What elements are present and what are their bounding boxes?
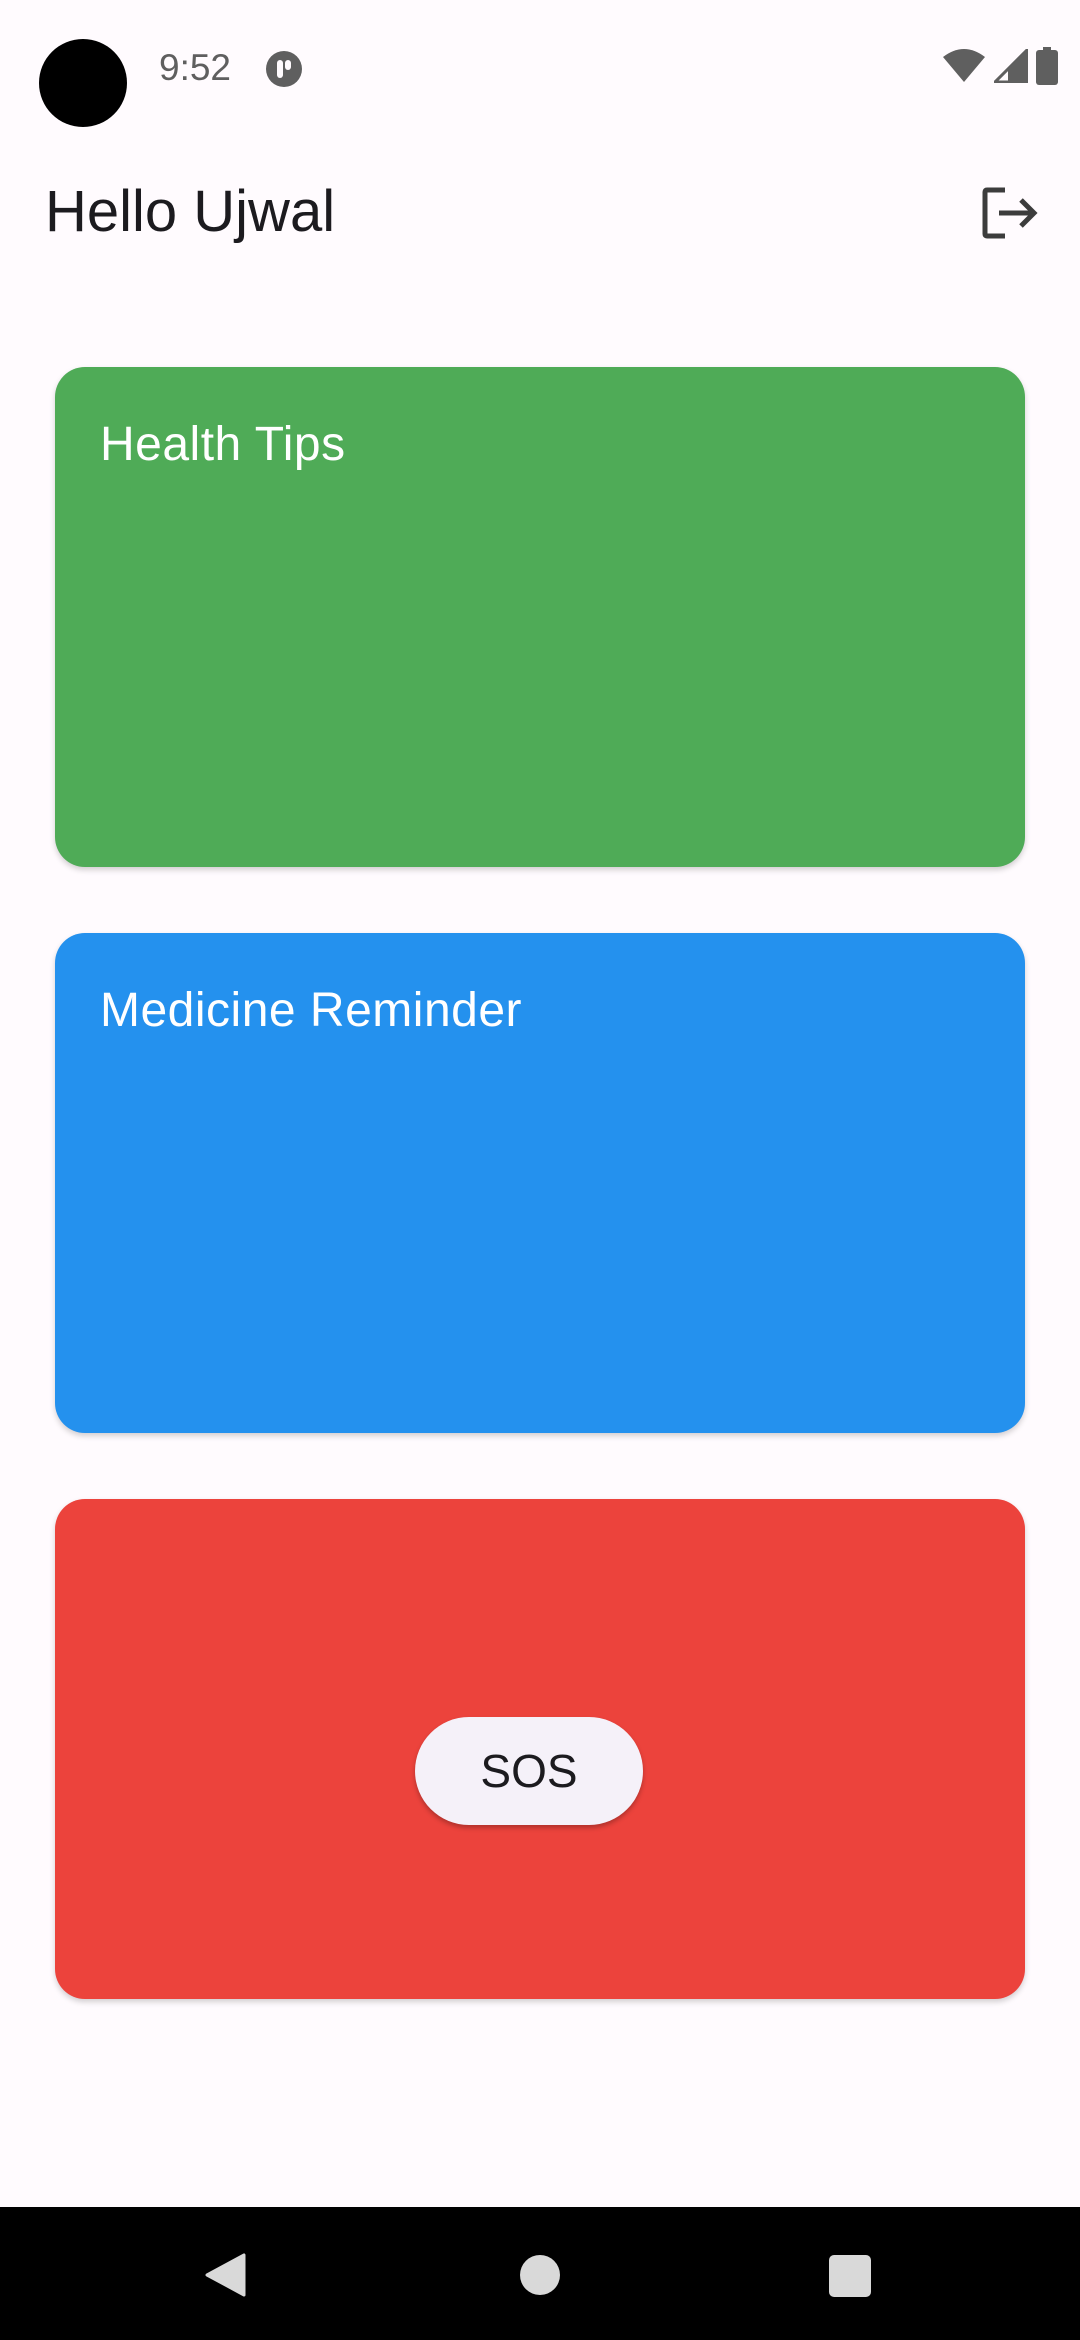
signal-icon	[991, 45, 1029, 88]
health-tips-title: Health Tips	[100, 418, 346, 471]
status-bar: 9:52	[0, 0, 1080, 136]
battery-icon	[1036, 46, 1058, 90]
status-time: 9:52	[159, 47, 232, 88]
recents-icon[interactable]	[829, 2255, 871, 2297]
page-title: Hello Ujwal	[45, 179, 336, 244]
app-bar: Hello Ujwal	[0, 160, 1080, 264]
status-icons	[942, 45, 1058, 90]
medicine-reminder-title: Medicine Reminder	[100, 984, 523, 1037]
back-icon[interactable]	[204, 2253, 246, 2297]
sos-button[interactable]: SOS	[415, 1717, 643, 1825]
sos-card: SOS	[55, 1499, 1025, 1999]
logout-button[interactable]	[980, 185, 1040, 245]
health-tips-card[interactable]: Health Tips	[55, 367, 1025, 867]
system-nav-bar	[0, 2207, 1080, 2340]
camera-cutout	[39, 39, 127, 127]
logout-icon	[981, 186, 1039, 245]
app-notification-icon	[265, 50, 303, 88]
wifi-icon	[942, 48, 986, 88]
home-icon[interactable]	[520, 2255, 560, 2295]
medicine-reminder-card[interactable]: Medicine Reminder	[55, 933, 1025, 1433]
